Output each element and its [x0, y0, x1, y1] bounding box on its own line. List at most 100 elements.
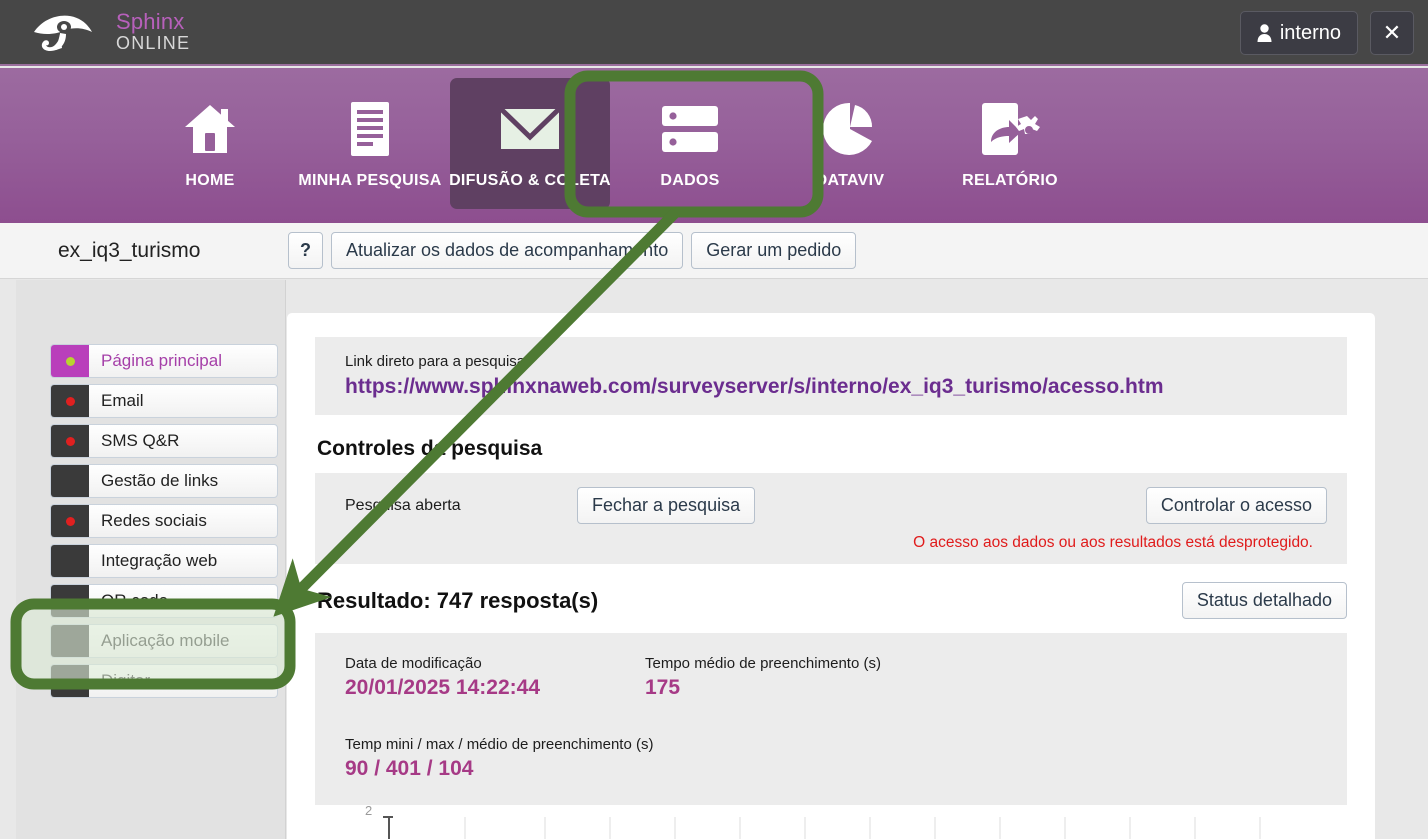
logo-title: Sphinx: [116, 8, 185, 34]
eye-of-horus-icon: [34, 15, 92, 51]
close-icon: ✕: [1382, 20, 1402, 45]
status-swatch: [51, 625, 89, 657]
user-name-label: interno: [1279, 21, 1341, 44]
status-swatch: [51, 505, 89, 537]
topbar-actions: interno ✕: [1239, 11, 1414, 55]
status-dot-icon: [65, 396, 75, 406]
nav-label: DATAVIV: [815, 171, 885, 189]
nav-label: HOME: [185, 171, 235, 189]
sidebar-item-label: Digitar: [101, 671, 151, 690]
nav-label: RELATÓRIO: [962, 171, 1058, 189]
stat-label: Data de modificação: [345, 655, 482, 672]
status-swatch: [51, 465, 89, 497]
refresh-tracking-data-button[interactable]: Atualizar os dados de acompanhamento: [331, 232, 684, 269]
nav-item-relatorio[interactable]: RELATÓRIO: [930, 78, 1090, 209]
generate-order-button[interactable]: Gerar um pedido: [691, 232, 857, 269]
status-swatch: [51, 545, 89, 577]
statistics-grid: Data de modificação 20/01/2025 14:22:44 …: [345, 655, 1317, 700]
survey-url-link[interactable]: https://www.sphinxnaweb.com/surveyserver…: [345, 375, 1317, 399]
stat-min-max-avg-fill-time: Temp mini / max / médio de preenchimento…: [345, 736, 1317, 781]
sidebar-item-digitar[interactable]: Digitar: [50, 664, 278, 698]
user-menu-button[interactable]: interno: [1239, 11, 1358, 55]
sidebar-item-label: SMS Q&R: [101, 431, 180, 450]
stat-value: 90 / 401 / 104: [345, 757, 474, 780]
sidebar-item-label: Email: [101, 391, 144, 410]
document-icon: [348, 98, 392, 160]
status-swatch: [51, 585, 89, 617]
status-swatch: [51, 425, 89, 457]
sidebar-item-label: QR code: [101, 591, 169, 610]
access-warning-text: O acesso aos dados ou aos resultados est…: [913, 534, 1313, 551]
sidebar-item-label: Redes sociais: [101, 511, 207, 530]
close-survey-button[interactable]: Fechar a pesquisa: [577, 487, 756, 524]
sidebar-item-integracao-web[interactable]: Integração web: [50, 544, 278, 578]
status-dot-icon: [65, 356, 75, 366]
status-swatch: [51, 345, 89, 377]
nav-item-minha-pesquisa[interactable]: MINHA PESQUISA: [290, 78, 450, 209]
sidebar-item-gestao-de-links[interactable]: Gestão de links: [50, 464, 278, 498]
sidebar-item-email[interactable]: Email: [50, 384, 278, 418]
result-title: Resultado: 747 resposta(s): [317, 587, 599, 613]
nav-label: DADOS: [660, 171, 720, 189]
nav-item-home[interactable]: HOME: [130, 78, 290, 209]
survey-status-label: Pesquisa aberta: [345, 496, 461, 514]
sidebar-item-label: Página principal: [101, 351, 222, 370]
nav-label: MINHA PESQUISA: [298, 171, 442, 189]
chart-gridlines: [383, 816, 1261, 839]
nav-item-dataviv[interactable]: DATAVIV: [770, 78, 930, 209]
help-button[interactable]: ?: [288, 232, 323, 269]
sub-header: ex_iq3_turismo ? Atualizar os dados de a…: [0, 223, 1428, 279]
nav-label: DIFUSÃO & COLETA: [449, 171, 611, 189]
content-inner: Link direto para a pesquisa https://www.…: [315, 337, 1347, 839]
database-icon: [659, 98, 721, 160]
nav-items: HOME MINHA PESQUISA DIFUSÃO & COLETA DAD…: [130, 68, 1090, 223]
sidebar-item-pagina-principal[interactable]: Página principal: [50, 344, 278, 378]
envelope-icon: [499, 98, 561, 160]
direct-link-label: Link direto para a pesquisa: [345, 353, 526, 370]
control-access-button[interactable]: Controlar o acesso: [1145, 487, 1327, 524]
detailed-status-button[interactable]: Status detalhado: [1181, 582, 1347, 619]
statistics-box: Data de modificação 20/01/2025 14:22:44 …: [315, 633, 1347, 839]
status-swatch: [51, 665, 89, 697]
stat-modification-date: Data de modificação 20/01/2025 14:22:44: [345, 655, 645, 700]
controls-section-title: Controles da pesquisa: [317, 437, 543, 460]
report-share-icon: [979, 98, 1041, 160]
survey-controls-row: Pesquisa aberta Fechar a pesquisa Contro…: [345, 487, 1327, 524]
stat-label: Tempo médio de preenchimento (s): [645, 655, 881, 672]
sidebar-item-sms-qr[interactable]: SMS Q&R: [50, 424, 278, 458]
stat-value: 175: [645, 676, 681, 699]
home-icon: [181, 98, 239, 160]
sidebar-item-label: Aplicação mobile: [101, 631, 230, 650]
body-area: Página principal Email SMS Q&R Gestão de…: [0, 280, 1428, 839]
status-dot-icon: [65, 436, 75, 446]
sidebar: Página principal Email SMS Q&R Gestão de…: [16, 280, 286, 839]
app-logo: Sphinx ONLINE: [30, 6, 190, 54]
sidebar-item-qr-code[interactable]: QR code: [50, 584, 278, 618]
stat-label: Temp mini / max / médio de preenchimento…: [345, 736, 654, 753]
nav-item-difusao-coleta[interactable]: DIFUSÃO & COLETA: [449, 78, 611, 209]
logo-subtitle: ONLINE: [116, 32, 191, 53]
sidebar-item-aplicacao-mobile[interactable]: Aplicação mobile: [50, 624, 278, 658]
stat-value: 20/01/2025 14:22:44: [345, 676, 540, 699]
sidebar-list: Página principal Email SMS Q&R Gestão de…: [50, 344, 278, 704]
direct-link-box: Link direto para a pesquisa https://www.…: [315, 337, 1347, 415]
user-icon: [1257, 24, 1272, 42]
status-swatch: [51, 385, 89, 417]
stat-average-fill-time: Tempo médio de preenchimento (s) 175: [645, 655, 945, 700]
sidebar-item-label: Integração web: [101, 551, 218, 570]
responses-chart: 2: [345, 803, 1317, 839]
survey-name-label: ex_iq3_turismo: [58, 238, 201, 262]
top-bar: Sphinx ONLINE interno ✕: [0, 0, 1428, 66]
sub-header-buttons: ? Atualizar os dados de acompanhamento G…: [288, 232, 857, 269]
pie-chart-icon: [822, 98, 878, 160]
survey-controls-box: Pesquisa aberta Fechar a pesquisa Contro…: [315, 473, 1347, 564]
sidebar-item-redes-sociais[interactable]: Redes sociais: [50, 504, 278, 538]
content-panel: Link direto para a pesquisa https://www.…: [287, 313, 1375, 839]
result-row: Resultado: 747 resposta(s) Status detalh…: [317, 582, 1347, 619]
status-dot-icon: [65, 516, 75, 526]
main-navigation: HOME MINHA PESQUISA DIFUSÃO & COLETA DAD…: [0, 68, 1428, 223]
app-root: Sphinx ONLINE interno ✕ HOME MINHA PESQU…: [0, 0, 1428, 839]
sidebar-item-label: Gestão de links: [101, 471, 219, 490]
nav-item-dados[interactable]: DADOS: [610, 78, 770, 209]
close-button[interactable]: ✕: [1370, 11, 1414, 55]
